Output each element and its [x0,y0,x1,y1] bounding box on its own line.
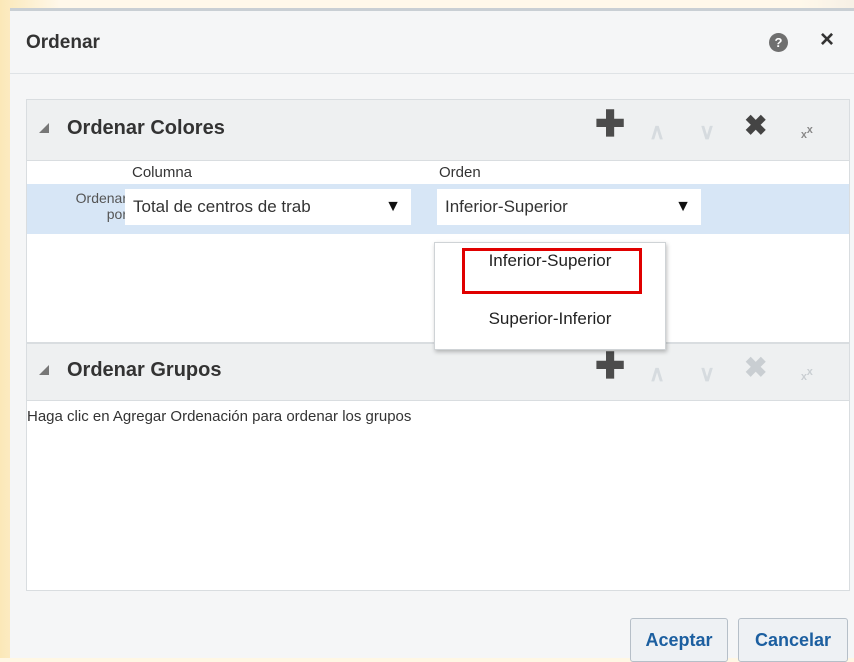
delete-icon[interactable]: ✖ [744,353,767,383]
sort-colors-title: Ordenar Colores [67,117,225,139]
add-icon[interactable]: ✚ [595,106,625,142]
sort-groups-title: Ordenar Grupos [67,359,222,381]
dropdown-option-label: Superior-Inferior [488,309,612,328]
collapse-triangle-icon[interactable] [39,365,49,375]
column-select[interactable]: Total de centros de trab ▼ [125,189,411,225]
order-header: Orden [439,164,481,181]
chevron-down-icon: ▼ [385,198,401,215]
close-icon[interactable]: × [820,26,834,54]
cancel-button[interactable]: Cancelar [738,618,848,662]
column-header: Columna [132,164,193,181]
sort-groups-header: Ordenar Grupos ✚ ∧ ∨ ✖ ₓˣ [27,344,849,401]
sort-colors-header: Ordenar Colores ✚ ∧ ∨ ✖ ₓˣ [27,100,849,161]
dialog-title: Ordenar [26,32,100,53]
collapse-triangle-icon[interactable] [39,123,49,133]
delete-all-icon[interactable]: ₓˣ [801,360,813,390]
sort-by-label-line1: Ordenar [75,190,127,206]
empty-groups-message: Haga clic en Agregar Ordenación para ord… [27,408,412,425]
highlight-box [462,248,642,294]
add-icon[interactable]: ✚ [595,348,625,384]
move-up-icon[interactable]: ∧ [649,117,665,147]
move-down-icon[interactable]: ∨ [699,359,715,389]
order-select-value: Inferior-Superior [445,197,568,216]
delete-icon[interactable]: ✖ [744,111,767,141]
dropdown-option-superior-inferior[interactable]: Superior-Inferior [435,309,665,329]
move-down-icon[interactable]: ∨ [699,117,715,147]
order-select[interactable]: Inferior-Superior ▼ [437,189,701,225]
sort-groups-panel: Ordenar Grupos ✚ ∧ ∨ ✖ ₓˣ Haga clic en A… [26,343,850,591]
dialog-header: Ordenar ? × [10,11,854,74]
sort-by-label-line2: por [106,206,127,222]
delete-all-icon[interactable]: ₓˣ [801,118,813,148]
column-select-value: Total de centros de trab [133,197,311,216]
chevron-down-icon: ▼ [675,198,691,215]
sort-by-label: Ordenar por [35,190,127,222]
sort-dialog: Ordenar ? × Ordenar Colores ✚ ∧ ∨ ✖ ₓˣ C… [10,8,854,662]
help-icon[interactable]: ? [769,33,788,52]
move-up-icon[interactable]: ∧ [649,359,665,389]
sort-row: Ordenar por Total de centros de trab ▼ I… [27,184,849,234]
accept-button[interactable]: Aceptar [630,618,728,662]
order-dropdown-list: Inferior-Superior Superior-Inferior [434,242,666,350]
